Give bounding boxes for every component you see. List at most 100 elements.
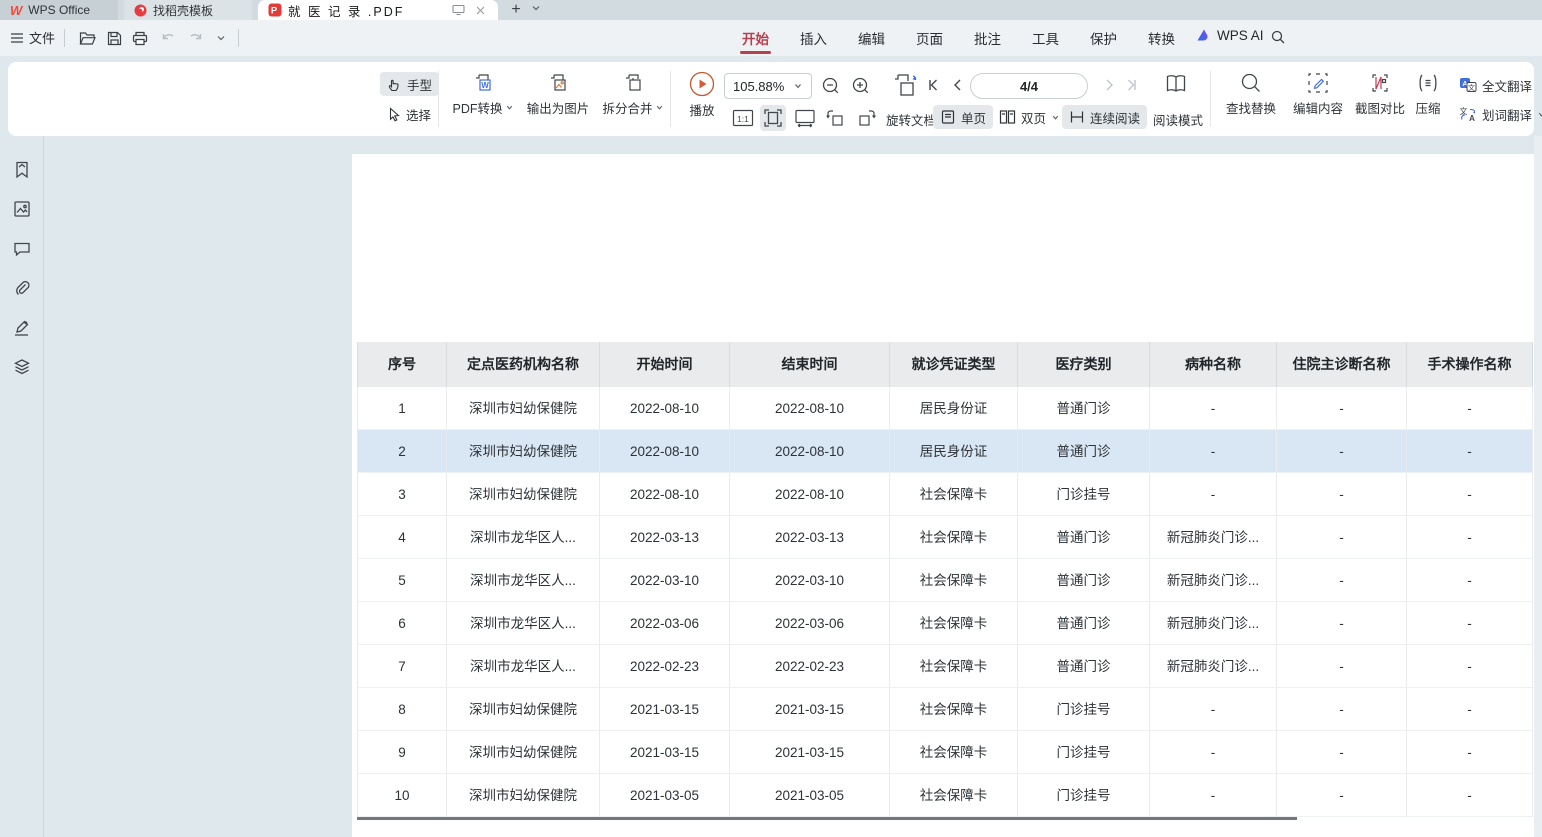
table-cell: 2022-08-10 [730, 430, 890, 473]
find-replace-button[interactable]: 查找替换 [1218, 71, 1284, 117]
save-icon[interactable] [103, 28, 125, 48]
table-cell: 2022-03-13 [600, 516, 730, 559]
find-replace-icon [1239, 71, 1263, 95]
last-page-button[interactable] [1122, 76, 1140, 94]
screenshot-compare-label: 截图对比 [1355, 98, 1405, 117]
menu-item-转换[interactable]: 转换 [1146, 20, 1177, 56]
new-tab-button[interactable]: + [505, 0, 527, 20]
tab-docer-templates[interactable]: 找稻壳模板 [124, 0, 252, 20]
table-cell: - [1277, 430, 1407, 473]
screenshot-compare-button[interactable]: 截图对比 [1350, 71, 1410, 117]
tab-wps-office[interactable]: W WPS Office [0, 0, 118, 20]
pdf-page[interactable]: 序号定点医药机构名称开始时间结束时间就诊凭证类型医疗类别病种名称住院主诊断名称手… [352, 154, 1534, 837]
first-page-button[interactable] [925, 76, 943, 94]
compress-button[interactable]: 压缩 [1406, 71, 1450, 117]
table-cell: - [1277, 387, 1407, 430]
word-translate-label: 划词翻译 [1482, 105, 1532, 124]
menu-item-插入[interactable]: 插入 [798, 20, 829, 56]
single-page-button[interactable]: 单页 [933, 105, 993, 129]
menu-item-编辑[interactable]: 编辑 [856, 20, 887, 56]
menu-item-保护[interactable]: 保护 [1088, 20, 1119, 56]
table-cell: - [1407, 774, 1533, 817]
full-translate-button[interactable]: A文 全文翻译 [1452, 73, 1539, 97]
rotate-pages-button[interactable] [890, 70, 922, 100]
compress-label: 压缩 [1415, 98, 1440, 117]
wps-logo-icon: W [10, 3, 22, 18]
rotate-doc-label[interactable]: 旋转文档 [886, 110, 936, 129]
continuous-read-button[interactable]: 连续阅读 [1062, 105, 1147, 129]
table-body: 1深圳市妇幼保健院2022-08-102022-08-10居民身份证普通门诊--… [357, 387, 1533, 817]
signature-panel-button[interactable] [12, 318, 32, 338]
rotate-right-button[interactable] [854, 105, 880, 131]
column-header: 开始时间 [600, 342, 730, 387]
print-icon[interactable] [129, 28, 151, 48]
divider [238, 29, 239, 47]
split-merge-button[interactable]: 拆分合并 [600, 71, 666, 117]
menu-item-工具[interactable]: 工具 [1030, 20, 1061, 56]
attachments-panel-button[interactable] [12, 278, 32, 298]
table-cell: 2022-08-10 [730, 387, 890, 430]
hand-tool-button[interactable]: 手型 [380, 72, 439, 96]
close-tab-icon[interactable] [472, 2, 488, 18]
double-page-button[interactable]: 双页 [992, 105, 1067, 129]
rotate-left-button[interactable] [822, 105, 848, 131]
actual-size-button[interactable]: 1:1 [730, 105, 756, 131]
vertical-scrollbar[interactable] [1534, 136, 1542, 837]
menu-item-页面[interactable]: 页面 [914, 20, 945, 56]
previous-page-button[interactable] [949, 76, 967, 94]
play-button[interactable]: 播放 [680, 71, 724, 119]
wps-ai-button[interactable]: WPS AI [1196, 27, 1264, 43]
comments-panel-button[interactable] [12, 239, 32, 259]
wps-ai-label: WPS AI [1217, 28, 1264, 43]
read-mode-label[interactable]: 阅读模式 [1153, 110, 1203, 129]
file-menu-button[interactable]: 文件 [10, 28, 55, 47]
fit-width-button[interactable] [792, 105, 818, 131]
table-cell: 10 [357, 774, 447, 817]
read-mode-book-icon[interactable] [1160, 69, 1192, 99]
docer-icon [134, 4, 147, 17]
export-image-label: 输出为图片 [527, 98, 590, 117]
thumbnails-panel-button[interactable] [12, 199, 32, 219]
select-tool-button[interactable]: 选择 [380, 102, 438, 126]
zoom-out-button[interactable] [818, 73, 844, 99]
svg-text:1:1: 1:1 [737, 114, 749, 124]
wps-ai-logo-icon [1196, 27, 1212, 43]
table-cell: 新冠肺炎门诊... [1150, 559, 1277, 602]
medical-records-table: 序号定点医药机构名称开始时间结束时间就诊凭证类型医疗类别病种名称住院主诊断名称手… [357, 342, 1533, 817]
table-cell: 新冠肺炎门诊... [1150, 645, 1277, 688]
table-cell: 2022-03-10 [600, 559, 730, 602]
word-translate-button[interactable]: 文A 划词翻译 [1452, 102, 1542, 126]
tab-list-chevron-icon[interactable] [530, 2, 542, 14]
bookmarks-panel-button[interactable] [12, 160, 32, 180]
pdf-convert-button[interactable]: W PDF转换 [450, 71, 516, 117]
next-page-button[interactable] [1100, 76, 1118, 94]
undo-icon[interactable] [158, 28, 180, 48]
menu-search-icon[interactable] [1270, 29, 1286, 45]
open-file-icon[interactable] [76, 28, 98, 48]
table-cell: 5 [357, 559, 447, 602]
menu-item-开始[interactable]: 开始 [740, 20, 771, 56]
window-tab-strip: W WPS Office 找稻壳模板 P 就 医 记 录 .PDF + [0, 0, 1542, 20]
table-cell: 居民身份证 [890, 430, 1018, 473]
present-on-monitor-icon[interactable] [450, 2, 466, 18]
layers-panel-button[interactable] [12, 357, 32, 377]
table-cell: 普通门诊 [1018, 559, 1150, 602]
zoom-value: 105.88% [733, 79, 784, 94]
table-cell: - [1407, 559, 1533, 602]
table-row: 5深圳市龙华区人...2022-03-102022-03-10社会保障卡普通门诊… [357, 559, 1533, 602]
page-indicator-input[interactable]: 4/4 [970, 73, 1088, 99]
column-header: 结束时间 [730, 342, 890, 387]
table-cell: 2021-03-15 [730, 688, 890, 731]
quick-toolbar-chevron-icon[interactable] [210, 28, 232, 48]
zoom-in-button[interactable] [848, 73, 874, 99]
edit-content-button[interactable]: 编辑内容 [1288, 71, 1348, 117]
redo-icon[interactable] [184, 28, 206, 48]
fit-page-button[interactable] [760, 105, 786, 131]
menu-item-批注[interactable]: 批注 [972, 20, 1003, 56]
column-header: 就诊凭证类型 [890, 342, 1018, 387]
zoom-level-select[interactable]: 105.88% [724, 73, 812, 99]
table-header-row: 序号定点医药机构名称开始时间结束时间就诊凭证类型医疗类别病种名称住院主诊断名称手… [357, 342, 1533, 387]
table-cell: 2022-03-06 [600, 602, 730, 645]
tab-document-pdf[interactable]: P 就 医 记 录 .PDF [258, 0, 498, 20]
export-image-button[interactable]: 输出为图片 [522, 71, 594, 117]
